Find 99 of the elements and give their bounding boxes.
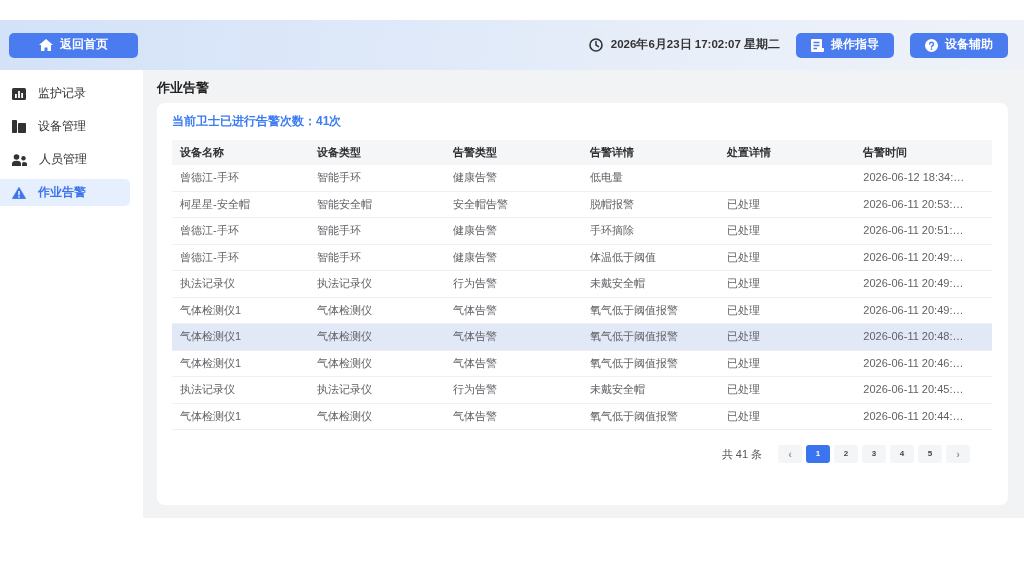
column-header: 设备类型 [308, 140, 446, 165]
column-header: 告警类型 [445, 140, 582, 165]
table-cell: 氧气低于阈值报警 [582, 403, 719, 430]
table-cell: 曾德江-手环 [172, 165, 309, 191]
table-row[interactable]: 曾德江-手环 智能手环 健康告警 体温低于阈值 已处理 2026-06-11 20:49:… [172, 244, 993, 271]
table-cell: 安全帽告警 [445, 191, 582, 218]
table-cell: 低电量 [582, 165, 719, 191]
table-cell: 气体检测仪1 [172, 350, 309, 377]
table-cell: 曾德江-手环 [172, 244, 309, 271]
table-cell: 健康告警 [445, 217, 582, 244]
table-cell: 曾德江-手环 [172, 217, 309, 244]
table-cell: 气体检测仪1 [172, 323, 309, 350]
table-row[interactable]: 气体检测仪1 气体检测仪 气体告警 氧气低于阈值报警 已处理 2026-06-11 20:44:… [172, 403, 993, 430]
help-button[interactable]: 设备辅助 [910, 32, 1008, 58]
table-row[interactable]: 柯星星-安全帽 智能安全帽 安全帽告警 脱帽报警 已处理 2026-06-11 20:53:… [172, 191, 993, 218]
warning-icon [12, 186, 26, 199]
table-cell: 已处理 [718, 270, 856, 297]
table-row[interactable]: 气体检测仪1 气体检测仪 气体告警 氧气低于阈值报警 已处理 2026-06-11 20:49:… [172, 297, 993, 324]
table-cell: 已处理 [718, 297, 856, 324]
table-cell: 气体检测仪1 [172, 297, 309, 324]
table-cell: 气体告警 [445, 403, 582, 430]
home-button[interactable]: 返回首页 [9, 32, 138, 58]
table-row[interactable]: 执法记录仪 执法记录仪 行为告警 未戴安全帽 已处理 2026-06-11 20:49:… [172, 270, 993, 297]
datetime-text: 2026年6月23日 17:02:07 星期二 [610, 37, 780, 53]
table-row[interactable]: 气体检测仪1 气体检测仪 气体告警 氧气低于阈值报警 已处理 2026-06-11 20:46:… [172, 350, 993, 377]
table-cell: 智能手环 [308, 217, 446, 244]
column-header: 告警时间 [855, 140, 993, 165]
table-cell: 已处理 [718, 191, 856, 218]
page-button[interactable]: 4 [890, 445, 915, 463]
column-header: 处置详情 [718, 140, 856, 165]
table-cell: 智能手环 [308, 244, 446, 271]
home-icon [39, 39, 53, 51]
table-cell: 未戴安全帽 [582, 270, 719, 297]
table-cell: 执法记录仪 [172, 270, 309, 297]
column-header: 设备名称 [172, 140, 309, 165]
table-cell: 气体告警 [445, 297, 582, 324]
table-row[interactable]: 曾德江-手环 智能手环 健康告警 低电量 2026-06-12 18:34:… [172, 165, 993, 191]
table-cell: 行为告警 [445, 376, 582, 403]
table-cell: 柯星星-安全帽 [172, 191, 309, 218]
sidebar-item[interactable]: 设备管理 [0, 113, 130, 140]
table-cell: 执法记录仪 [172, 376, 309, 403]
table-cell: 已处理 [718, 217, 856, 244]
sidebar-item[interactable]: 人员管理 [0, 146, 130, 173]
page-button[interactable]: 5 [918, 445, 943, 463]
people-icon [12, 153, 27, 166]
table-cell: 智能安全帽 [308, 191, 446, 218]
alert-count-text: 当前卫士已进行告警次数：41次 [172, 113, 343, 129]
table-cell: 已处理 [718, 323, 856, 350]
table-cell: 未戴安全帽 [582, 376, 719, 403]
table-cell: 已处理 [718, 376, 856, 403]
page-button[interactable]: 2 [834, 445, 859, 463]
table-cell: 2026-06-11 20:45:… [855, 376, 993, 403]
page-title: 作业告警 [157, 80, 210, 96]
page-button[interactable]: 1 [806, 445, 831, 463]
table-cell: 2026-06-11 20:49:… [855, 244, 993, 271]
page-button[interactable]: 3 [862, 445, 887, 463]
table-cell: 氧气低于阈值报警 [582, 297, 719, 324]
table-cell: 已处理 [718, 403, 856, 430]
table-cell: 气体检测仪1 [172, 403, 309, 430]
table-cell: 气体检测仪 [308, 403, 446, 430]
table-row[interactable]: 气体检测仪1 气体检测仪 气体告警 氧气低于阈值报警 已处理 2026-06-11 20:48:… [172, 323, 993, 350]
table-cell: 2026-06-11 20:53:… [855, 191, 993, 218]
document-icon [811, 38, 824, 52]
guide-button[interactable]: 操作指导 [796, 32, 894, 58]
bar-chart-icon [12, 87, 26, 100]
table-cell: 行为告警 [445, 270, 582, 297]
table-cell: 气体告警 [445, 323, 582, 350]
table-cell: 脱帽报警 [582, 191, 719, 218]
table-cell: 2026-06-11 20:46:… [855, 350, 993, 377]
table-cell: 2026-06-12 18:34:… [855, 165, 993, 191]
table-cell: 气体检测仪 [308, 323, 446, 350]
table-cell: 已处理 [718, 244, 856, 271]
table-cell: 2026-06-11 20:49:… [855, 270, 993, 297]
table-cell: 气体告警 [445, 350, 582, 377]
clock-icon [588, 38, 603, 52]
table-cell: 2026-06-11 20:51:… [855, 217, 993, 244]
table-cell: 体温低于阈值 [582, 244, 719, 271]
table-cell: 2026-06-11 20:48:… [855, 323, 993, 350]
table-row[interactable]: 曾德江-手环 智能手环 健康告警 手环摘除 已处理 2026-06-11 20:51:… [172, 217, 993, 244]
sidebar-item[interactable]: 监护记录 [0, 80, 130, 107]
table-cell: 已处理 [718, 350, 856, 377]
table-cell: 健康告警 [445, 165, 582, 191]
help-icon [925, 38, 938, 52]
column-header: 告警详情 [582, 140, 719, 165]
table-cell: 氧气低于阈值报警 [582, 350, 719, 377]
table-cell: 健康告警 [445, 244, 582, 271]
sidebar-item[interactable]: 作业告警 [0, 179, 130, 206]
squares-icon [12, 120, 26, 133]
table-cell: 执法记录仪 [308, 376, 446, 403]
table-cell: 2026-06-11 20:49:… [855, 297, 993, 324]
table-cell: 氧气低于阈值报警 [582, 323, 719, 350]
total-count-text: 共 41 条 [721, 446, 763, 462]
table-cell: 气体检测仪 [308, 350, 446, 377]
table-row[interactable]: 执法记录仪 执法记录仪 行为告警 未戴安全帽 已处理 2026-06-11 20:45:… [172, 376, 993, 403]
table-cell: 执法记录仪 [308, 270, 446, 297]
table-cell: 手环摘除 [582, 217, 719, 244]
table-cell: 气体检测仪 [308, 297, 446, 324]
table-cell: 智能手环 [308, 165, 446, 191]
table-cell: 2026-06-11 20:44:… [855, 403, 993, 430]
